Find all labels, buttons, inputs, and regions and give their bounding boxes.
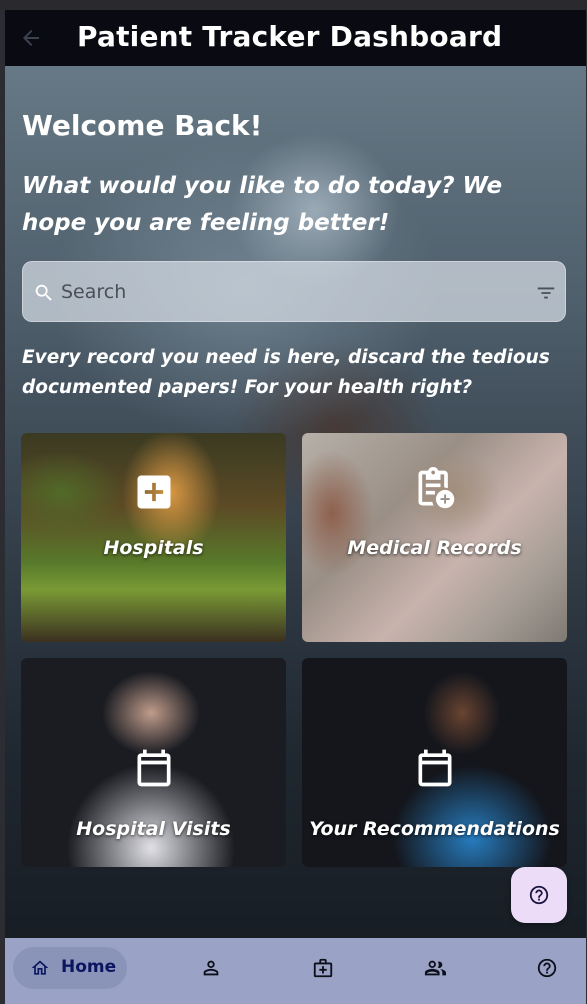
filter-icon[interactable] xyxy=(535,282,557,304)
arrow-left-icon xyxy=(23,30,39,46)
status-strip xyxy=(0,0,587,10)
nav-home-label: Home xyxy=(61,957,117,977)
home-icon xyxy=(31,960,49,975)
person-icon[interactable] xyxy=(200,957,222,979)
hospitals-card-label: Hospitals xyxy=(103,537,204,559)
calendar-icon xyxy=(418,749,451,787)
your-recommendations-card-label: Your Recommendations xyxy=(309,818,560,840)
hospital-visits-card[interactable]: Hospital Visits xyxy=(21,658,286,867)
medical-records-card[interactable]: Medical Records xyxy=(302,433,567,642)
app-title: Patient Tracker Dashboard xyxy=(77,20,503,53)
help-circle-icon xyxy=(529,885,549,905)
nav-home[interactable]: Home xyxy=(13,947,127,989)
medical-records-card-label: Medical Records xyxy=(347,537,522,559)
tagline-text: Every record you need is here, discard t… xyxy=(22,347,550,398)
your-recommendations-card[interactable]: Your Recommendations xyxy=(302,658,567,867)
plus-box-icon xyxy=(137,475,170,509)
search-icon xyxy=(35,284,52,301)
help-fab-button[interactable] xyxy=(511,867,567,923)
medical-kit-icon[interactable] xyxy=(312,957,334,979)
welcome-subtitle: What would you like to do today? We hope… xyxy=(22,173,503,236)
hospitals-card[interactable]: Hospitals xyxy=(21,433,286,642)
hospital-visits-card-label: Hospital Visits xyxy=(76,818,231,840)
search-bar[interactable] xyxy=(22,261,566,322)
clipboard-plus-icon xyxy=(418,467,454,509)
calendar-icon xyxy=(137,749,170,787)
help-circle-icon[interactable] xyxy=(536,957,558,979)
people-icon[interactable] xyxy=(423,957,447,979)
search-input[interactable] xyxy=(61,274,521,310)
app-bar: Patient Tracker Dashboard xyxy=(5,10,586,66)
back-button[interactable] xyxy=(19,26,43,50)
app-screen: Patient Tracker Dashboard Welcome Back! … xyxy=(5,10,586,1004)
welcome-heading: Welcome Back! xyxy=(22,109,263,142)
bottom-navigation: Home xyxy=(5,938,586,1004)
